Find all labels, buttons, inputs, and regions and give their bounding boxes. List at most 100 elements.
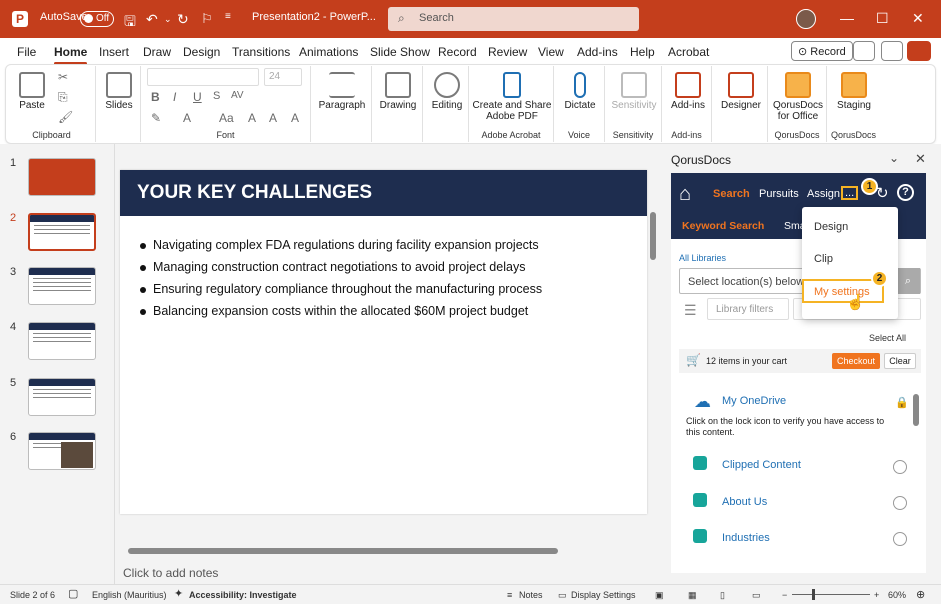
highlight-icon[interactable]: ✎ xyxy=(151,111,161,125)
zoom-in-icon[interactable]: + xyxy=(874,590,879,600)
bullet-list[interactable]: Navigating complex FDA regulations durin… xyxy=(140,238,542,326)
font-size-box[interactable]: 24 xyxy=(264,68,302,86)
font-name-box[interactable] xyxy=(147,68,259,86)
panel-options-icon[interactable]: ⌄ xyxy=(889,151,899,165)
paragraph-button[interactable]: Paragraph xyxy=(315,66,369,111)
tab-file[interactable]: File xyxy=(17,45,36,59)
zoom-slider[interactable] xyxy=(792,594,870,595)
slide-sorter-icon[interactable]: ▦ xyxy=(688,590,697,601)
close-icon[interactable]: ✕ xyxy=(912,10,924,27)
nav-pursuits[interactable]: Pursuits xyxy=(759,188,799,200)
slide-canvas[interactable]: YOUR KEY CHALLENGES Navigating complex F… xyxy=(120,170,647,514)
spellcheck-icon[interactable]: ▢ xyxy=(68,587,78,600)
maximize-icon[interactable]: ☐ xyxy=(876,10,889,27)
tab-slide-show[interactable]: Slide Show xyxy=(370,45,430,59)
tab-add-ins[interactable]: Add-ins xyxy=(577,45,618,59)
shrink-font-icon[interactable]: A xyxy=(269,111,277,125)
redo-icon[interactable]: ↻ xyxy=(177,11,189,28)
select-all-link[interactable]: Select All xyxy=(869,333,906,343)
slide-thumbnail-2[interactable] xyxy=(28,213,96,251)
qorusdocs-office-button[interactable]: QorusDocs for Office xyxy=(771,66,825,122)
home-icon[interactable]: ⌂ xyxy=(679,183,691,206)
slide-thumbnail-4[interactable] xyxy=(28,322,96,360)
add-ins-button[interactable]: Add-ins xyxy=(665,66,711,111)
accessibility-icon[interactable]: ✦ xyxy=(174,587,183,600)
undo-icon[interactable]: ↶ xyxy=(146,11,158,28)
library-select-radio[interactable] xyxy=(893,532,907,546)
change-case-icon[interactable]: Aa xyxy=(219,111,234,125)
save-icon[interactable]: 🖫 xyxy=(124,11,136,35)
avatar[interactable] xyxy=(796,9,816,29)
tab-review[interactable]: Review xyxy=(488,45,527,59)
notes-button[interactable]: Notes xyxy=(519,590,543,600)
slides-button[interactable]: Slides xyxy=(101,66,137,111)
tab-acrobat[interactable]: Acrobat xyxy=(668,45,709,59)
location-search-icon[interactable]: ⌕ xyxy=(896,268,920,294)
tab-help[interactable]: Help xyxy=(630,45,655,59)
slideshow-icon[interactable]: ▭ xyxy=(752,590,761,601)
library-filters-dropdown[interactable]: Library filters xyxy=(707,298,789,320)
staging-button[interactable]: Staging xyxy=(830,66,878,111)
copy-icon[interactable]: ⎘ xyxy=(58,90,68,105)
slide-title[interactable]: YOUR KEY CHALLENGES xyxy=(137,182,372,204)
comments-icon[interactable] xyxy=(881,41,903,61)
lock-icon[interactable]: 🔒 xyxy=(895,396,909,409)
library-select-radio[interactable] xyxy=(893,496,907,510)
share-icon[interactable] xyxy=(907,41,931,61)
display-settings-icon[interactable]: ▭ xyxy=(558,590,567,601)
autosave-toggle[interactable]: Off xyxy=(80,11,114,27)
editing-button[interactable]: Editing xyxy=(425,66,469,111)
library-select-radio[interactable] xyxy=(893,460,907,474)
cut-icon[interactable]: ✂ xyxy=(58,70,68,84)
accessibility-status[interactable]: Accessibility: Investigate xyxy=(189,590,297,600)
dictate-button[interactable]: Dictate xyxy=(557,66,603,111)
slide-thumbnail-5[interactable] xyxy=(28,378,96,416)
clear-button[interactable]: Clear xyxy=(884,353,916,369)
tab-design[interactable]: Design xyxy=(183,45,220,59)
tab-insert[interactable]: Insert xyxy=(99,45,129,59)
vertical-scrollbar[interactable] xyxy=(648,152,658,542)
language[interactable]: English (Mauritius) xyxy=(92,590,167,600)
undo-dropdown-icon[interactable]: ⌄ xyxy=(164,14,172,25)
font-color-icon[interactable]: A xyxy=(183,111,191,125)
sensitivity-button[interactable]: Sensitivity xyxy=(608,66,660,111)
help-icon[interactable]: ? xyxy=(897,184,914,201)
search-box[interactable]: ⌕ Search xyxy=(388,7,639,31)
grow-font-icon[interactable]: A xyxy=(248,111,256,125)
horizontal-scrollbar[interactable] xyxy=(118,546,643,556)
tab-transitions[interactable]: Transitions xyxy=(232,45,290,59)
keyword-search-tab[interactable]: Keyword Search xyxy=(682,220,764,232)
filter-sliders-icon[interactable]: ☰ xyxy=(684,302,697,319)
slide-thumbnail-6[interactable] xyxy=(28,432,96,470)
customize-toolbar-icon[interactable]: ≡ xyxy=(225,11,231,22)
tab-home[interactable]: Home xyxy=(54,45,88,65)
zoom-level[interactable]: 60% xyxy=(888,590,906,600)
teams-icon[interactable] xyxy=(853,41,875,61)
drawing-button[interactable]: Drawing xyxy=(375,66,421,111)
zoom-slider-thumb[interactable] xyxy=(812,589,815,600)
menu-item-clip[interactable]: Clip xyxy=(814,253,833,265)
normal-view-icon[interactable]: ▣ xyxy=(655,590,664,601)
display-settings-button[interactable]: Display Settings xyxy=(571,590,636,600)
nav-assign[interactable]: Assign xyxy=(807,188,840,200)
record-button[interactable]: ⊙ Record xyxy=(791,41,853,61)
notes-placeholder[interactable]: Click to add notes xyxy=(123,566,218,580)
paste-button[interactable]: Paste xyxy=(14,66,50,111)
slide-thumbnail-1[interactable] xyxy=(28,158,96,196)
underline-icon[interactable]: U xyxy=(193,90,202,104)
fit-slide-icon[interactable]: ⊕ xyxy=(916,588,925,601)
tab-view[interactable]: View xyxy=(538,45,564,59)
panel-close-icon[interactable]: ✕ xyxy=(915,151,926,167)
minimize-icon[interactable]: — xyxy=(840,10,854,26)
more-menu-button[interactable]: ... xyxy=(841,186,859,200)
menu-item-design[interactable]: Design xyxy=(814,221,848,233)
designer-button[interactable]: Designer xyxy=(715,66,767,111)
all-libraries-link[interactable]: All Libraries xyxy=(679,253,726,263)
bold-icon[interactable]: B xyxy=(151,90,160,104)
reading-view-icon[interactable]: ▯ xyxy=(720,590,725,601)
tab-draw[interactable]: Draw xyxy=(143,45,171,59)
slide-thumbnail-3[interactable] xyxy=(28,267,96,305)
notes-icon[interactable]: ≡ xyxy=(507,590,512,600)
tab-animations[interactable]: Animations xyxy=(299,45,358,59)
italic-icon[interactable]: I xyxy=(173,90,176,104)
